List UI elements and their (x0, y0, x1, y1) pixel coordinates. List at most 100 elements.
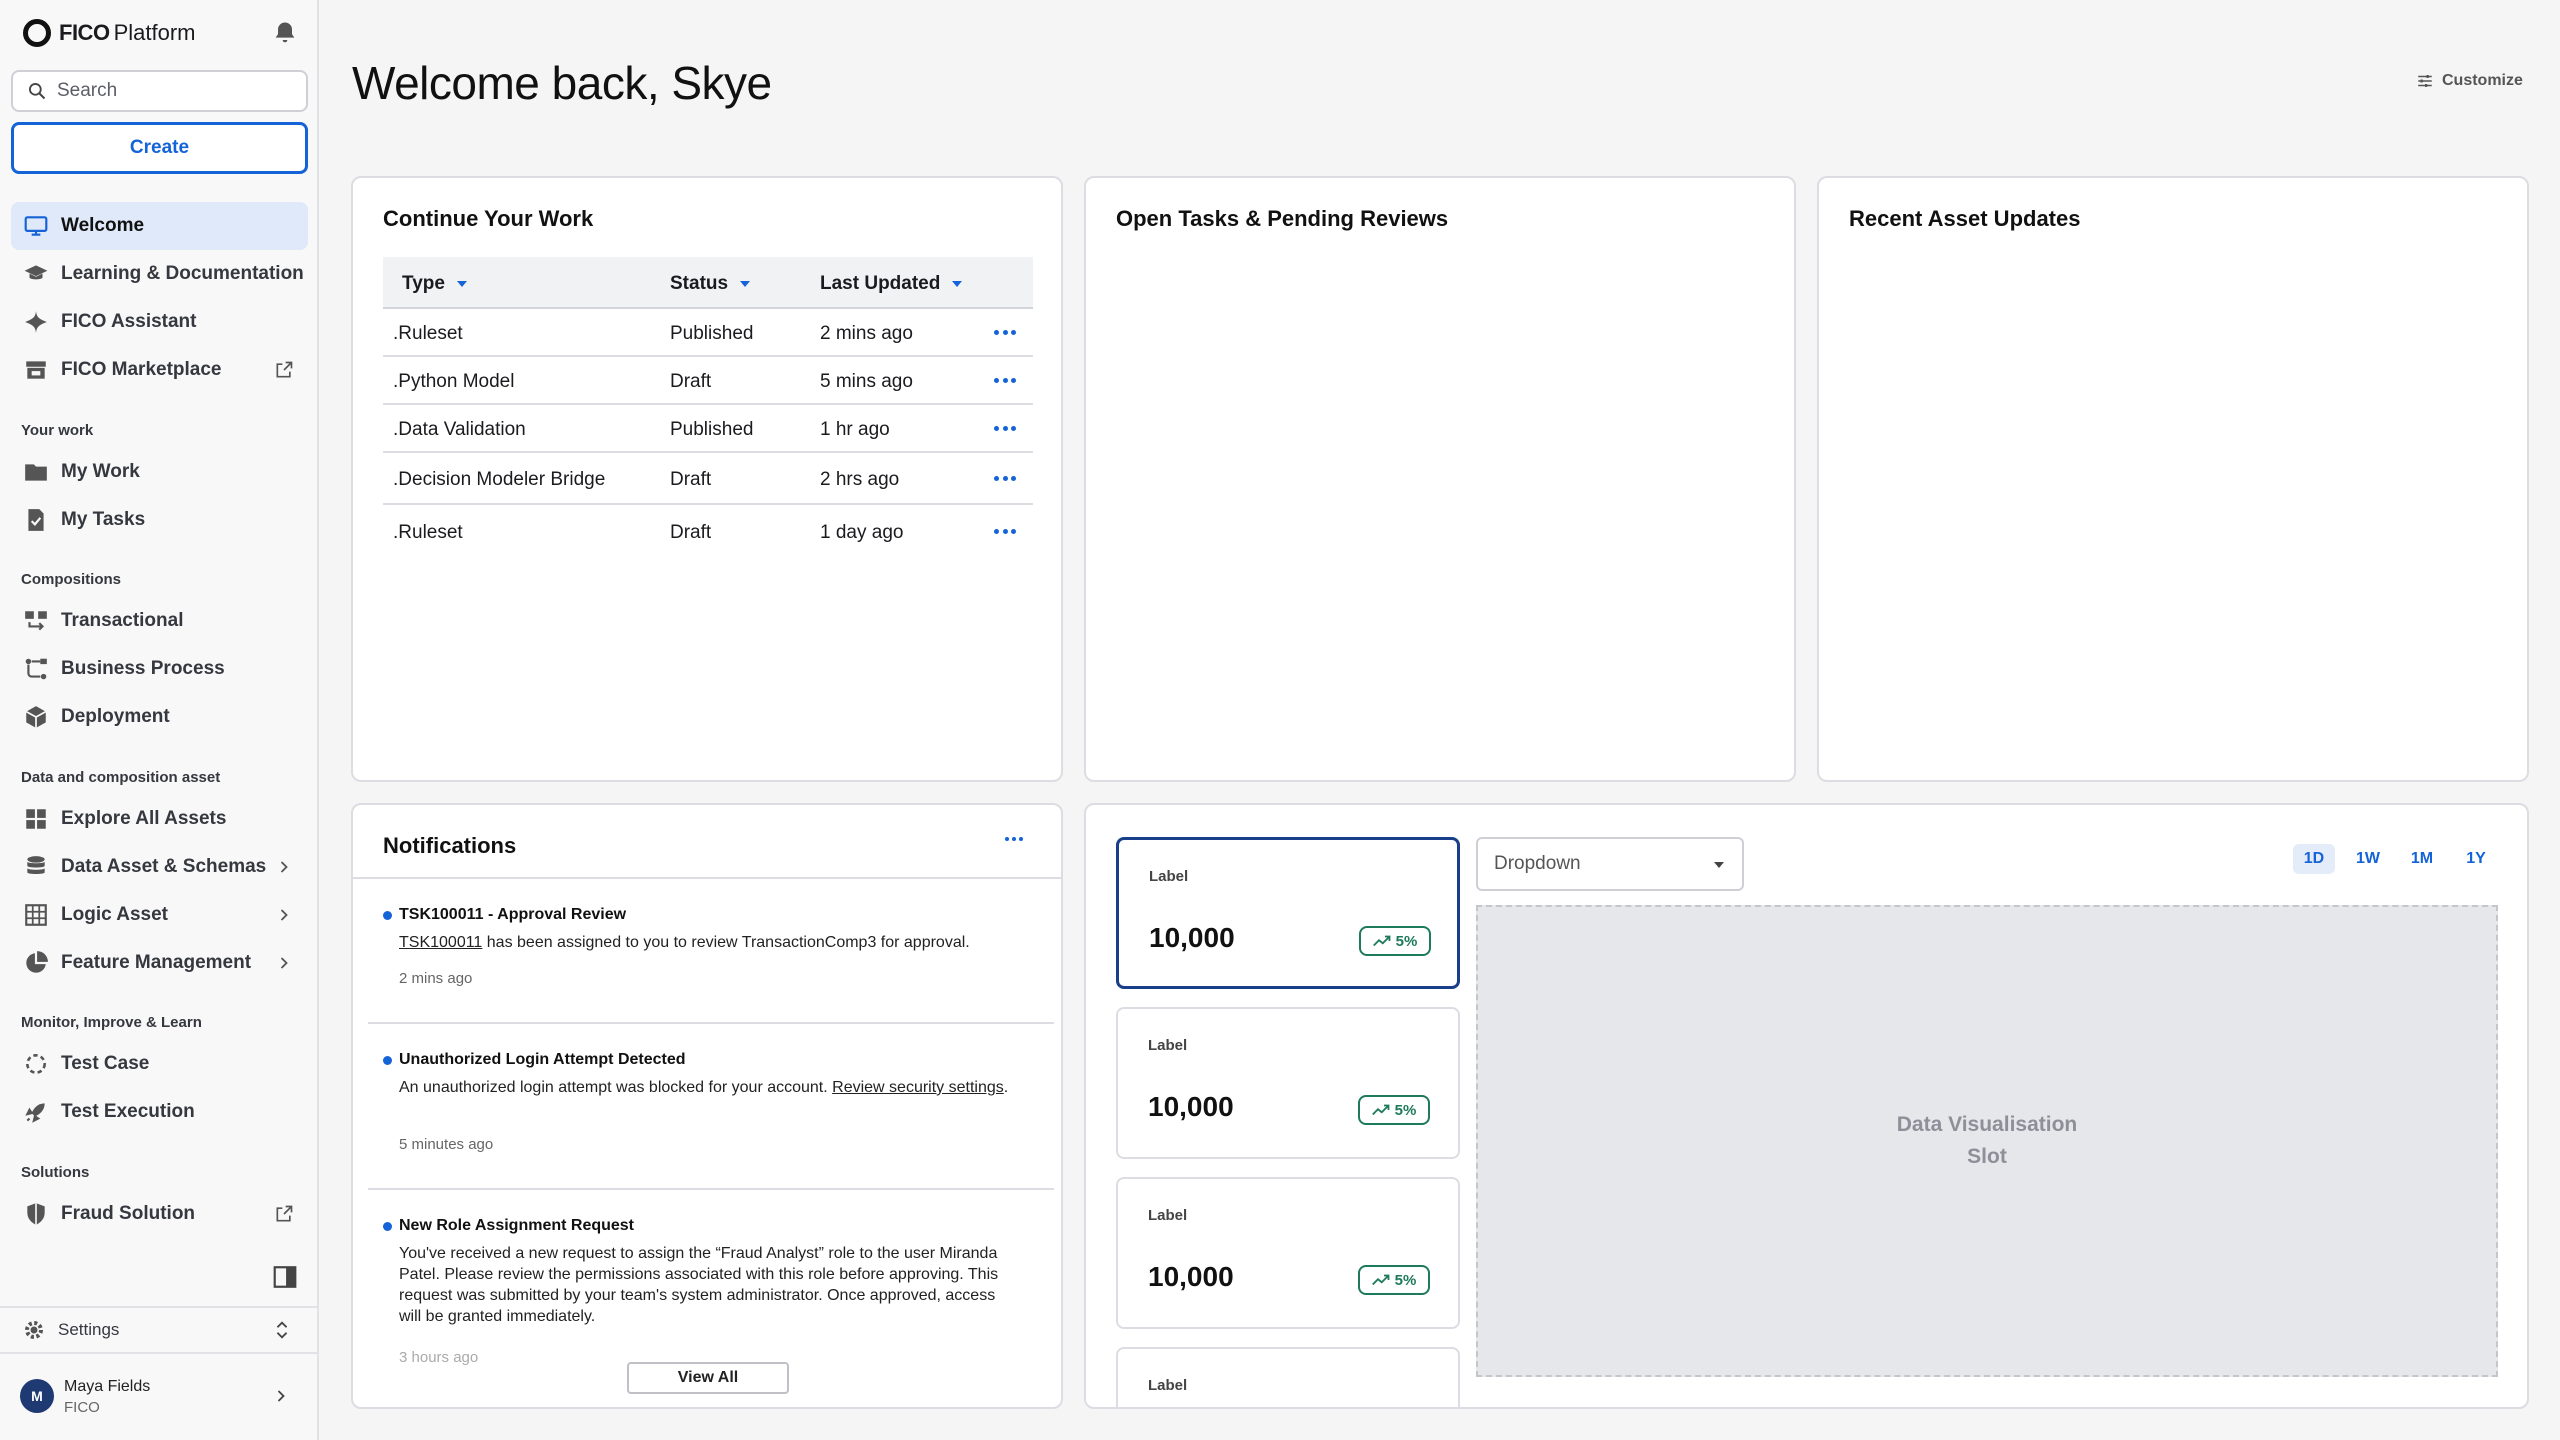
search-input[interactable] (57, 80, 297, 102)
sidebar-item-learning[interactable]: Learning & Documentation (11, 250, 308, 298)
sidebar-item-data-asset-schemas[interactable]: Data Asset & Schemas (11, 843, 308, 891)
table-row[interactable]: .Ruleset Draft 1 day ago (383, 505, 1033, 559)
notification-time: 5 minutes ago (399, 1136, 494, 1153)
sidebar-item-label: Test Execution (61, 1101, 195, 1122)
table-row[interactable]: .Data Validation Published 1 hr ago (383, 405, 1033, 453)
sidebar-item-welcome[interactable]: Welcome (11, 202, 308, 250)
sidebar-item-test-case[interactable]: Test Case (11, 1040, 308, 1088)
cell-updated: 1 hr ago (820, 419, 890, 440)
metric-dropdown[interactable]: Dropdown (1476, 837, 1744, 891)
sidebar-item-transactional[interactable]: Transactional (11, 597, 308, 645)
gear-icon (25, 1321, 43, 1339)
settings-label: Settings (58, 1320, 120, 1339)
sidebar-item-marketplace[interactable]: FICO Marketplace (11, 346, 308, 394)
graduation-cap-icon (24, 265, 48, 280)
metric-card[interactable]: Label 10,000 5% (1116, 1007, 1460, 1159)
column-header-last-updated[interactable]: Last Updated (820, 273, 963, 295)
sidebar-item-business-process[interactable]: Business Process (11, 645, 308, 693)
dropdown-caret-icon (1714, 862, 1724, 868)
column-header-status[interactable]: Status (670, 273, 751, 295)
row-menu-icon[interactable] (994, 330, 1016, 336)
metric-card-selected[interactable]: Label 10,000 5% (1116, 837, 1460, 989)
notifications-menu-icon[interactable] (1005, 837, 1023, 842)
section-label-compositions: Compositions (21, 571, 121, 588)
range-1d[interactable]: 1D (2293, 844, 2335, 874)
row-menu-icon[interactable] (994, 476, 1016, 482)
trend-badge: 5% (1358, 1265, 1430, 1295)
sidebar-item-feature-management[interactable]: Feature Management (11, 939, 308, 987)
sidebar-item-test-execution[interactable]: Test Execution (11, 1088, 308, 1136)
notification-link[interactable]: Review security settings (832, 1079, 1004, 1096)
sidebar-item-label: Logic Asset (61, 904, 168, 925)
cell-updated: 2 hrs ago (820, 469, 900, 490)
cell-status: Draft (670, 522, 712, 543)
metric-label: Label (1148, 1377, 1188, 1394)
trend-badge: 5% (1359, 926, 1431, 956)
cell-type: .Decision Modeler Bridge (393, 469, 606, 490)
user-profile[interactable]: M Maya Fields FICO (0, 1352, 317, 1440)
view-all-button[interactable]: View All (627, 1362, 789, 1394)
range-1m[interactable]: 1M (2401, 844, 2443, 874)
table-row[interactable]: .Python Model Draft 5 mins ago (383, 357, 1033, 405)
recent-assets-card: Recent Asset Updates (1817, 176, 2529, 782)
sliders-icon (2418, 75, 2432, 87)
store-icon (26, 361, 46, 379)
row-menu-icon[interactable] (994, 529, 1016, 535)
brand-fico: FICO (59, 20, 110, 45)
trending-up-icon (1371, 1274, 1390, 1286)
bell-icon[interactable] (271, 19, 299, 47)
collapse-sidebar-icon[interactable] (272, 1264, 298, 1290)
sidebar-item-deployment[interactable]: Deployment (11, 693, 308, 741)
create-button[interactable]: Create (11, 122, 308, 174)
unread-dot-icon (383, 1056, 392, 1065)
table-row[interactable]: .Decision Modeler Bridge Draft 2 hrs ago (383, 453, 1033, 505)
notification-item[interactable]: Unauthorized Login Attempt Detected An u… (383, 1051, 1043, 1153)
data-visualisation-slot: Data Visualisation Slot (1476, 905, 2498, 1377)
cell-status: Published (670, 419, 754, 440)
sidebar-item-fraud-solution[interactable]: Fraud Solution (11, 1190, 308, 1238)
range-1w[interactable]: 1W (2347, 844, 2389, 874)
chevron-right-icon (280, 861, 288, 873)
notifications-header: Notifications (353, 805, 1061, 879)
sidebar-item-assistant[interactable]: FICO Assistant (11, 298, 308, 346)
sidebar-item-label: Transactional (61, 610, 184, 631)
open-tasks-title: Open Tasks & Pending Reviews (1116, 206, 1449, 231)
table-row[interactable]: .Ruleset Published 2 mins ago (383, 309, 1033, 357)
sidebar-item-logic-asset[interactable]: Logic Asset (11, 891, 308, 939)
notification-time: 3 hours ago (399, 1349, 479, 1366)
sort-caret-icon (952, 281, 963, 287)
customize-button[interactable]: Customize (2416, 72, 2523, 90)
cell-status: Published (670, 323, 754, 344)
sidebar-item-label: Explore All Assets (61, 808, 227, 829)
notification-link[interactable]: TSK100011 (399, 934, 482, 951)
sidebar-item-explore-assets[interactable]: Explore All Assets (11, 795, 308, 843)
fico-platform-logo[interactable]: FICO Platform (23, 18, 195, 48)
sidebar-item-label: FICO Assistant (61, 311, 197, 332)
trending-up-icon (1371, 1104, 1390, 1116)
sidebar-item-my-work[interactable]: My Work (11, 448, 308, 496)
cell-updated: 1 day ago (820, 522, 904, 543)
section-label-solutions: Solutions (21, 1164, 90, 1181)
cube-icon (25, 706, 47, 728)
trending-up-icon (1372, 935, 1391, 947)
sidebar-item-my-tasks[interactable]: My Tasks (11, 496, 308, 544)
notification-body: You've received a new request to assign … (399, 1245, 999, 1325)
search-box[interactable] (11, 70, 308, 112)
column-header-type[interactable]: Type (402, 273, 467, 295)
divider (368, 1022, 1054, 1024)
metrics-card: Label 10,000 5% Label 10,000 5% Label 10… (1084, 803, 2529, 1409)
cell-updated: 5 mins ago (820, 371, 913, 392)
row-menu-icon[interactable] (994, 378, 1016, 384)
avatar: M (20, 1379, 54, 1413)
search-icon (29, 83, 46, 100)
logic-grid-icon (25, 904, 47, 926)
metric-value: 10,000 (1149, 922, 1235, 953)
range-1y[interactable]: 1Y (2455, 844, 2497, 874)
notification-item[interactable]: New Role Assignment Request You've recei… (383, 1217, 1043, 1377)
metric-card[interactable]: Label 10,000 5% (1116, 1177, 1460, 1329)
settings-row[interactable]: Settings (0, 1306, 317, 1352)
viz-slot-line2: Slot (1967, 1145, 2007, 1168)
metric-card[interactable]: Label (1116, 1347, 1460, 1407)
row-menu-icon[interactable] (994, 426, 1016, 432)
notification-item[interactable]: TSK100011 - Approval Review TSK100011 ha… (383, 906, 1043, 987)
